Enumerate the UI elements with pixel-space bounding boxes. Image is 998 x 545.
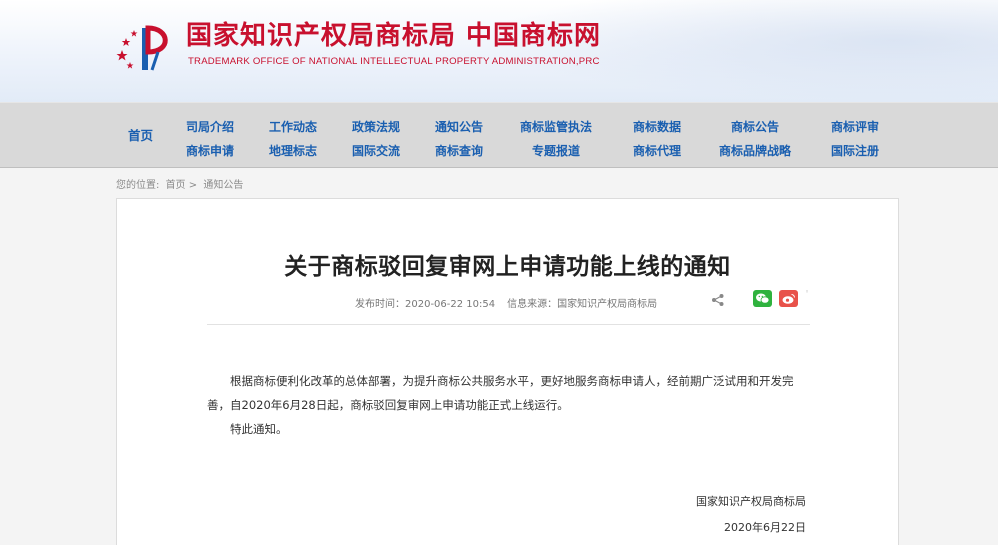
nav-item-special-reports[interactable]: 专题报道 (520, 139, 592, 163)
nav-item-trademark-agency[interactable]: 商标代理 (633, 139, 681, 163)
article-paragraph-2: 特此通知。 (230, 422, 288, 436)
nav-item-bureau-intro[interactable]: 司局介绍 (186, 115, 234, 139)
main-navigation: 首页 司局介绍 商标申请 工作动态 地理标志 政策法规 国际交流 通知公告 商标… (0, 102, 998, 168)
nav-column-5: 商标监管执法 专题报道 (520, 115, 592, 163)
site-header: 国家知识产权局商标局 中国商标网 TRADEMARK OFFICE OF NATI… (0, 0, 998, 102)
nav-column-4: 通知公告 商标查询 (435, 115, 483, 163)
breadcrumb-label: 您的位置: (116, 180, 160, 191)
nav-item-trademark-application[interactable]: 商标申请 (186, 139, 234, 163)
nav-column-7: 商标公告 商标品牌战略 (719, 115, 791, 163)
breadcrumb-home-link[interactable]: 首页 (166, 180, 186, 191)
site-title-office: 国家知识产权局商标局 (186, 21, 457, 51)
nav-item-international-registration[interactable]: 国际注册 (831, 139, 879, 163)
share-icon[interactable] (711, 293, 725, 307)
article-signoff: 国家知识产权局商标局 2020年6月22日 (696, 489, 806, 541)
nav-item-enforcement[interactable]: 商标监管执法 (520, 115, 592, 139)
article-signer: 国家知识产权局商标局 (696, 495, 806, 508)
nav-item-notices[interactable]: 通知公告 (435, 115, 483, 139)
nav-item-trademark-announcement[interactable]: 商标公告 (719, 115, 791, 139)
nav-item-geographical-indication[interactable]: 地理标志 (269, 139, 317, 163)
site-title-network: 中国商标网 (466, 21, 602, 51)
weibo-icon[interactable] (779, 290, 798, 307)
nav-item-trademark-review[interactable]: 商标评审 (831, 115, 879, 139)
trademark-office-emblem-icon[interactable] (112, 22, 178, 72)
article-title: 关于商标驳回复审网上申请功能上线的通知 (284, 254, 731, 280)
site-subtitle: TRADEMARK OFFICE OF NATIONAL INTELLECTUA… (188, 56, 600, 67)
nav-column-2: 工作动态 地理标志 (269, 115, 317, 163)
nav-home[interactable]: 首页 (128, 125, 153, 144)
site-title: 国家知识产权局商标局 中国商标网 (186, 20, 601, 52)
article-publish-time: 发布时间：2020-06-22 10:54 (355, 299, 496, 310)
article-paragraph-1: 根据商标便利化改革的总体部署，为提升商标公共服务水平，更好地服务商标申请人，经前… (207, 374, 794, 412)
nav-item-work-news[interactable]: 工作动态 (269, 115, 317, 139)
article-body: 根据商标便利化改革的总体部署，为提升商标公共服务水平，更好地服务商标申请人，经前… (207, 369, 812, 441)
nav-column-6: 商标数据 商标代理 (633, 115, 681, 163)
wechat-icon[interactable] (753, 290, 772, 307)
article-date: 2020年6月22日 (724, 521, 806, 534)
article-panel: 关于商标驳回复审网上申请功能上线的通知 发布时间：2020-06-22 10:5… (116, 198, 899, 545)
share-more-icon[interactable]: ◦ (805, 288, 809, 296)
nav-item-trademark-data[interactable]: 商标数据 (633, 115, 681, 139)
nav-column-3: 政策法规 国际交流 (352, 115, 400, 163)
nav-item-policies-regulations[interactable]: 政策法规 (352, 115, 400, 139)
breadcrumb: 您的位置: 首页 > 通知公告 (116, 176, 243, 191)
article-meta: 发布时间：2020-06-22 10:54 信息来源：国家知识产权局商标局 (355, 295, 657, 310)
article-source: 信息来源：国家知识产权局商标局 (507, 299, 658, 310)
breadcrumb-separator: > (188, 180, 198, 191)
nav-item-international-exchange[interactable]: 国际交流 (352, 139, 400, 163)
nav-column-1: 司局介绍 商标申请 (186, 115, 234, 163)
nav-item-trademark-search[interactable]: 商标查询 (435, 139, 483, 163)
title-divider (207, 324, 810, 325)
nav-column-8: 商标评审 国际注册 (831, 115, 879, 163)
breadcrumb-current-link[interactable]: 通知公告 (203, 180, 243, 191)
nav-item-brand-strategy[interactable]: 商标品牌战略 (719, 139, 791, 163)
